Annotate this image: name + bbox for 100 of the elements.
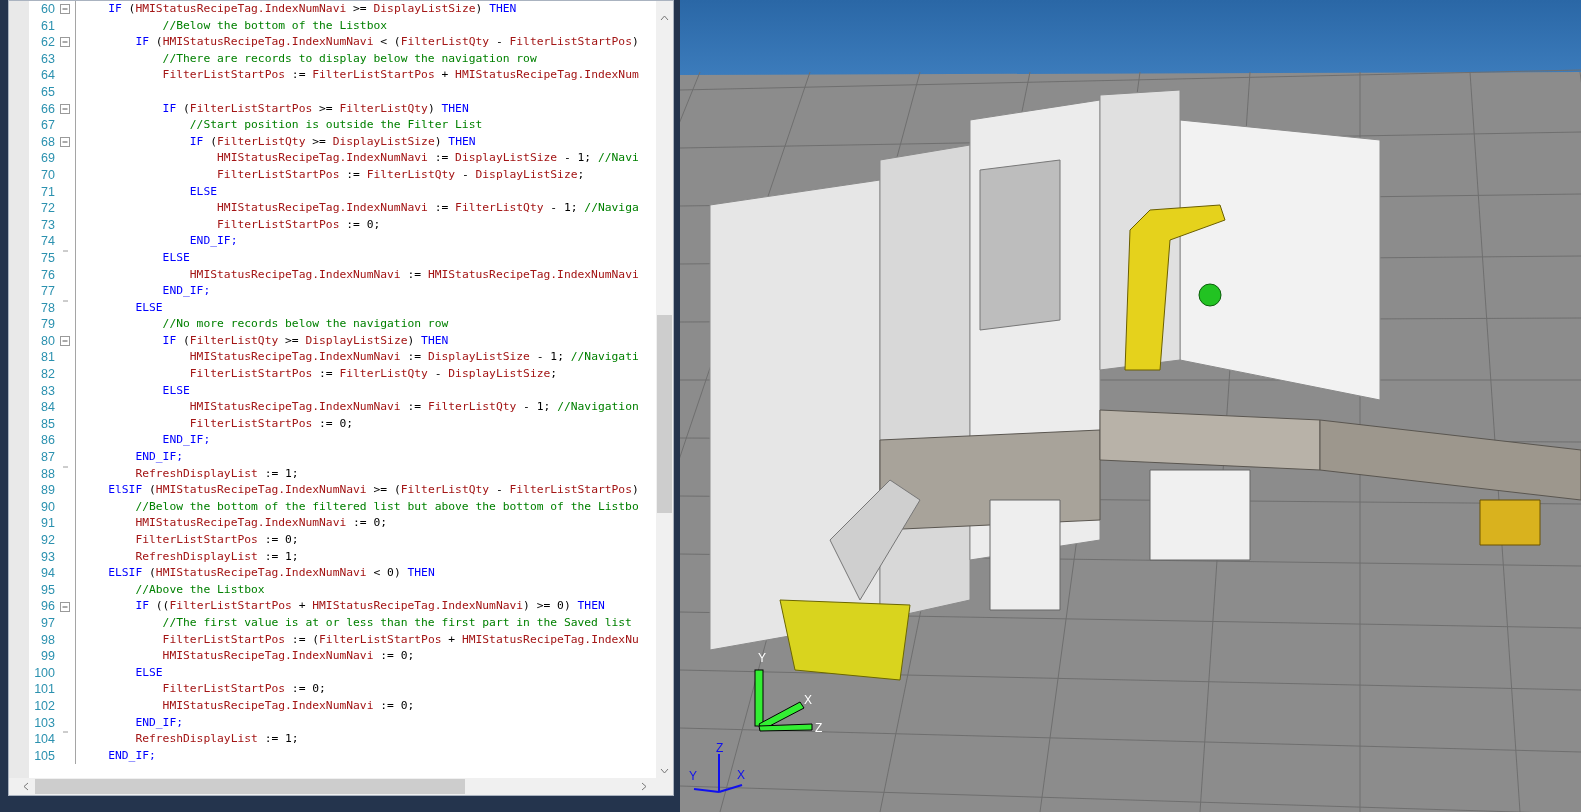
code-token: THEN [577,599,605,613]
scroll-thumb[interactable] [657,315,672,513]
line-number: 102 [33,697,55,715]
code-token: := 0; [290,682,326,696]
code-token: ElSIF [107,483,143,497]
code-token: - [460,167,470,181]
code-token: := [433,151,450,165]
line-number: 85 [40,415,55,433]
line-number: 62 [40,34,55,51]
code-token: //No more records below the navigation row [161,317,449,331]
collapse-icon[interactable] [60,103,70,114]
line-number: 78 [40,299,55,317]
line-number: 100 [33,664,55,682]
code-token: - [433,367,443,381]
code-token: ELSE [161,250,190,264]
code-token: ELSIF [107,566,143,580]
line-number: 70 [40,166,55,184]
scroll-thumb[interactable] [35,779,465,794]
scroll-left-icon[interactable] [23,782,29,791]
code-token: DisplayListSize [427,350,530,364]
code-token: FilterListStartPos [509,483,632,497]
axis-label: X [804,694,812,706]
code-token: := 0; [318,416,354,430]
collapse-icon[interactable] [60,4,70,15]
code-token: FilterListQty [339,367,428,381]
code-token: //Navi [597,151,639,165]
code-token: < 0) [372,566,402,580]
line-number: 93 [40,548,55,566]
code-token: ELSE [134,665,163,679]
code-token: ( [127,2,136,15]
code-token: ( [154,35,163,49]
code-token: FilterListQty [400,483,490,497]
collapse-icon[interactable] [60,601,70,612]
code-token: IF [134,599,149,613]
code-token: THEN [489,2,517,15]
line-number: 74 [40,233,55,250]
code-token: //The first value is at or less than the first part in the Saved list [161,615,632,629]
scroll-right-icon[interactable] [641,782,647,791]
code-token: FilterListStartPos [216,167,340,181]
line-number: 96 [40,598,55,615]
code-token: - [494,35,504,49]
code-token: := [406,267,423,281]
code-token: >= [311,134,327,148]
code-token: HMIStatusRecipeTag.IndexNumNavi [427,267,639,281]
code-token: ; [550,367,558,381]
code-token: ) [427,101,436,115]
collapse-icon[interactable] [60,137,70,148]
code-token: THEN [407,566,435,580]
scroll-up-icon[interactable] [660,15,669,21]
code-token: FilterListStartPos [161,682,286,696]
code-token: END_IF; [134,715,184,729]
collapse-icon[interactable] [60,37,70,48]
collapse-icon[interactable] [60,336,70,347]
code-token: END_IF; [134,450,184,464]
line-number: 87 [40,449,55,466]
code-token: := ( [290,632,320,646]
horizontal-scrollbar[interactable] [9,778,673,795]
code-token: HMIStatusRecipeTag.IndexNumNavi [161,698,374,712]
code-token: := [318,367,334,381]
code-token: FilterListStartPos [188,367,313,381]
code-token: - 1; [535,350,565,364]
code-token: >= [284,333,300,347]
code-token: ( [148,566,156,580]
code-token: FilterListStartPos [509,35,632,49]
line-number: 82 [40,366,55,383]
vertical-scrollbar[interactable] [656,1,673,778]
line-number: 90 [40,498,55,516]
line-number: 92 [40,532,55,549]
code-token: IF [134,35,149,49]
code-token: HMIStatusRecipeTag.IndexNum [455,68,639,82]
code-token: FilterListQty [217,134,306,148]
code-token: ; [577,167,585,181]
code-token: END_IF; [161,284,211,298]
axis-label: X [737,769,745,781]
code-token: THEN [421,333,449,347]
code-token: ( [182,101,190,115]
code-token: := 0; [352,516,388,530]
line-number: 65 [40,83,55,101]
line-number: 83 [40,382,55,400]
code-token: HMIStatusRecipeTag.IndexNumNavi [155,483,367,497]
code-token: < ( [379,35,401,49]
code-token: HMIStatusRecipeTag.IndexNumNavi [188,350,401,364]
code-token: HMIStatusRecipeTag.IndexNumNavi [312,599,524,613]
code-token: //Above the Listbox [134,582,265,596]
code-token: ) [631,35,639,49]
line-number: 80 [40,332,55,350]
3d-viewport[interactable]: Y X Z Z Y X [680,0,1581,812]
scroll-down-icon[interactable] [660,768,669,774]
code-token: FilterListStartPos [189,101,313,115]
code-token: ELSE [134,300,163,314]
code-token: //Navigati [570,350,639,364]
code-token: FilterListStartPos [169,599,292,613]
code-token: DisplayListSize [448,367,551,381]
code-token: THEN [441,101,469,115]
code-token: ( [209,134,218,148]
code-token: FilterListStartPos [319,632,442,646]
code-token: ( [148,483,156,497]
code-token: FilterListQty [366,167,456,181]
code-token: HMIStatusRecipeTag.IndexNumNavi [188,267,401,281]
line-number: 76 [40,266,55,284]
